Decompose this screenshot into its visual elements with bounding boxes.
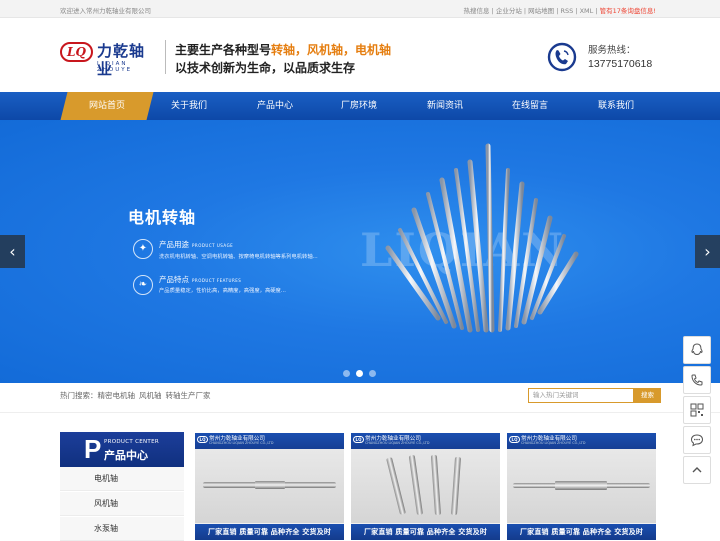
phone-icon[interactable] <box>683 366 711 394</box>
product-card-header: LQ 常州力乾轴业有限公司 CHANGZHOU LIQIAN ZHOUYE CO… <box>507 433 656 449</box>
logo-en: LIQIAN ZHOUYE <box>97 61 133 73</box>
category-item-fan-shaft[interactable]: 风机轴 <box>60 492 184 516</box>
product-card[interactable]: LQ 常州力乾轴业有限公司 CHANGZHOU LIQIAN ZHOUYE CO… <box>507 433 656 540</box>
banner-dot[interactable] <box>369 370 376 377</box>
banner-prev-button[interactable]: ‹ <box>0 235 25 268</box>
leaf-icon: ❧ <box>133 275 153 295</box>
feature-feature-title: 产品特点 PRODUCT FEATURES <box>159 274 241 285</box>
category-header-cn: 产品中心 <box>104 449 148 462</box>
slogan-line-1: 主要生产各种型号转轴，风机轴，电机轴 <box>175 41 391 58</box>
banner-dot[interactable] <box>343 370 350 377</box>
slogan-line-2: 以技术创新为生命，以品质求生存 <box>175 61 356 75</box>
header-divider <box>165 40 166 74</box>
nav-item-news[interactable]: 新闻资讯 <box>402 92 488 120</box>
product-company-en: CHANGZHOU LIQIAN ZHOUYE CO.,LTD <box>365 441 430 445</box>
hot-keyword[interactable]: 精密电机轴 <box>98 391 136 400</box>
nav-item-products[interactable]: 产品中心 <box>232 92 318 120</box>
top-links-text[interactable]: 热搜信息 | 企业分站 | 网站地图 | RSS | XML | <box>464 7 598 15</box>
top-links[interactable]: 热搜信息 | 企业分站 | 网站地图 | RSS | XML | 管有17条询盘… <box>464 5 656 15</box>
back-to-top-icon[interactable] <box>683 456 711 484</box>
hot-search-label: 热门搜索： <box>60 391 98 400</box>
product-logo-mark: LQ <box>509 436 520 443</box>
hotline-label: 服务热线： <box>588 45 636 56</box>
hero-banner[interactable]: LIQIAN 电机转轴 ✦ 产品用途 PRODUCT USAGE 洗衣机电机转轴、… <box>0 120 720 383</box>
product-card-header: LQ 常州力乾轴业有限公司 CHANGZHOU LIQIAN ZHOUYE CO… <box>351 433 500 449</box>
product-image[interactable] <box>351 449 500 523</box>
search-button[interactable]: 搜索 <box>634 388 661 403</box>
multi-shaft-image <box>386 455 461 516</box>
message-icon[interactable] <box>683 426 711 454</box>
category-item-pump-shaft[interactable]: 水泵轴 <box>60 517 184 541</box>
hotline-number: 13775170618 <box>588 58 653 70</box>
product-image[interactable] <box>507 449 656 523</box>
feature-feature-en: PRODUCT FEATURES <box>192 278 242 283</box>
product-image[interactable] <box>195 449 344 523</box>
nav-item-message[interactable]: 在线留言 <box>487 92 573 120</box>
product-card[interactable]: LQ 常州力乾轴业有限公司 CHANGZHOU LIQIAN ZHOUYE CO… <box>351 433 500 540</box>
main-nav: 网站首页 关于我们 产品中心 厂房环境 新闻资讯 在线留言 联系我们 <box>0 92 720 120</box>
feature-usage-title: 产品用途 PRODUCT USAGE <box>159 239 233 250</box>
section-divider <box>0 412 720 413</box>
product-card-header: LQ 常州力乾轴业有限公司 CHANGZHOU LIQIAN ZHOUYE CO… <box>195 433 344 449</box>
logo-mark: LQ <box>60 42 93 62</box>
product-company-en: CHANGZHOU LIQIAN ZHOUYE CO.,LTD <box>209 441 274 445</box>
product-tagline: 厂家直销 质量可靠 品种齐全 交货及时 <box>195 524 344 540</box>
hot-search: 热门搜索：精密电机轴 风机轴 转轴生产厂家 <box>60 390 215 401</box>
feature-usage-label: 产品用途 <box>159 240 189 249</box>
banner-next-button[interactable]: › <box>695 235 720 268</box>
header: LQ 力乾轴业 LIQIAN ZHOUYE 主要生产各种型号转轴，风机轴，电机轴… <box>0 18 720 92</box>
feature-feature-label: 产品特点 <box>159 275 189 284</box>
hot-keyword[interactable]: 转轴生产厂家 <box>166 391 211 400</box>
category-letter: P <box>84 434 102 464</box>
slogan-highlight: 转轴，风机轴，电机轴 <box>271 43 392 57</box>
banner-pagination <box>340 362 379 381</box>
hot-keyword[interactable]: 风机轴 <box>139 391 162 400</box>
search-input[interactable]: 输入热门关键词 <box>528 388 634 403</box>
product-tagline: 厂家直销 质量可靠 品种齐全 交货及时 <box>351 524 500 540</box>
product-tagline: 厂家直销 质量可靠 品种齐全 交货及时 <box>507 524 656 540</box>
welcome-text: 欢迎进入常州力乾轴业有限公司 <box>60 7 151 15</box>
stepped-shaft-image <box>513 481 650 490</box>
phone-icon <box>547 42 577 72</box>
nav-item-factory[interactable]: 厂房环境 <box>316 92 402 120</box>
nav-item-contact[interactable]: 联系我们 <box>573 92 659 120</box>
long-shaft-image <box>203 481 336 489</box>
feature-usage-en: PRODUCT USAGE <box>192 243 234 248</box>
qrcode-icon[interactable] <box>683 396 711 424</box>
nav-label[interactable]: 网站首页 <box>89 92 125 120</box>
lightbulb-icon: ✦ <box>133 239 153 259</box>
product-center-header: P PRODUCT CENTER 产品中心 <box>60 432 184 467</box>
top-bar: 欢迎进入常州力乾轴业有限公司 热搜信息 | 企业分站 | 网站地图 | RSS … <box>0 0 720 18</box>
banner-title: 电机转轴 <box>128 208 197 227</box>
category-item-motor-shaft[interactable]: 电机轴 <box>60 467 184 491</box>
slogan-prefix: 主要生产各种型号 <box>175 43 272 57</box>
product-logo-mark: LQ <box>197 436 208 443</box>
banner-dot-active[interactable] <box>356 370 363 377</box>
feature-usage-desc: 洗衣机电机转轴、空调电机转轴、按摩椅电机转轴等系列电机转轴... <box>159 254 318 260</box>
nav-item-home[interactable]: 网站首页 <box>60 92 154 120</box>
category-header-en: PRODUCT CENTER <box>104 439 159 445</box>
qq-icon[interactable] <box>683 336 711 364</box>
feature-feature-desc: 产品质量稳定，性价比高，高精度，高强度，高硬度... <box>159 288 286 294</box>
product-card[interactable]: LQ 常州力乾轴业有限公司 CHANGZHOU LIQIAN ZHOUYE CO… <box>195 433 344 540</box>
product-logo-mark: LQ <box>353 436 364 443</box>
company-logo[interactable]: LQ 力乾轴业 LIQIAN ZHOUYE <box>60 42 160 78</box>
nav-item-about[interactable]: 关于我们 <box>146 92 232 120</box>
product-company-en: CHANGZHOU LIQIAN ZHOUYE CO.,LTD <box>521 441 586 445</box>
inquiry-notice[interactable]: 管有17条询盘信息! <box>600 7 656 15</box>
shafts-illustration <box>385 143 579 333</box>
